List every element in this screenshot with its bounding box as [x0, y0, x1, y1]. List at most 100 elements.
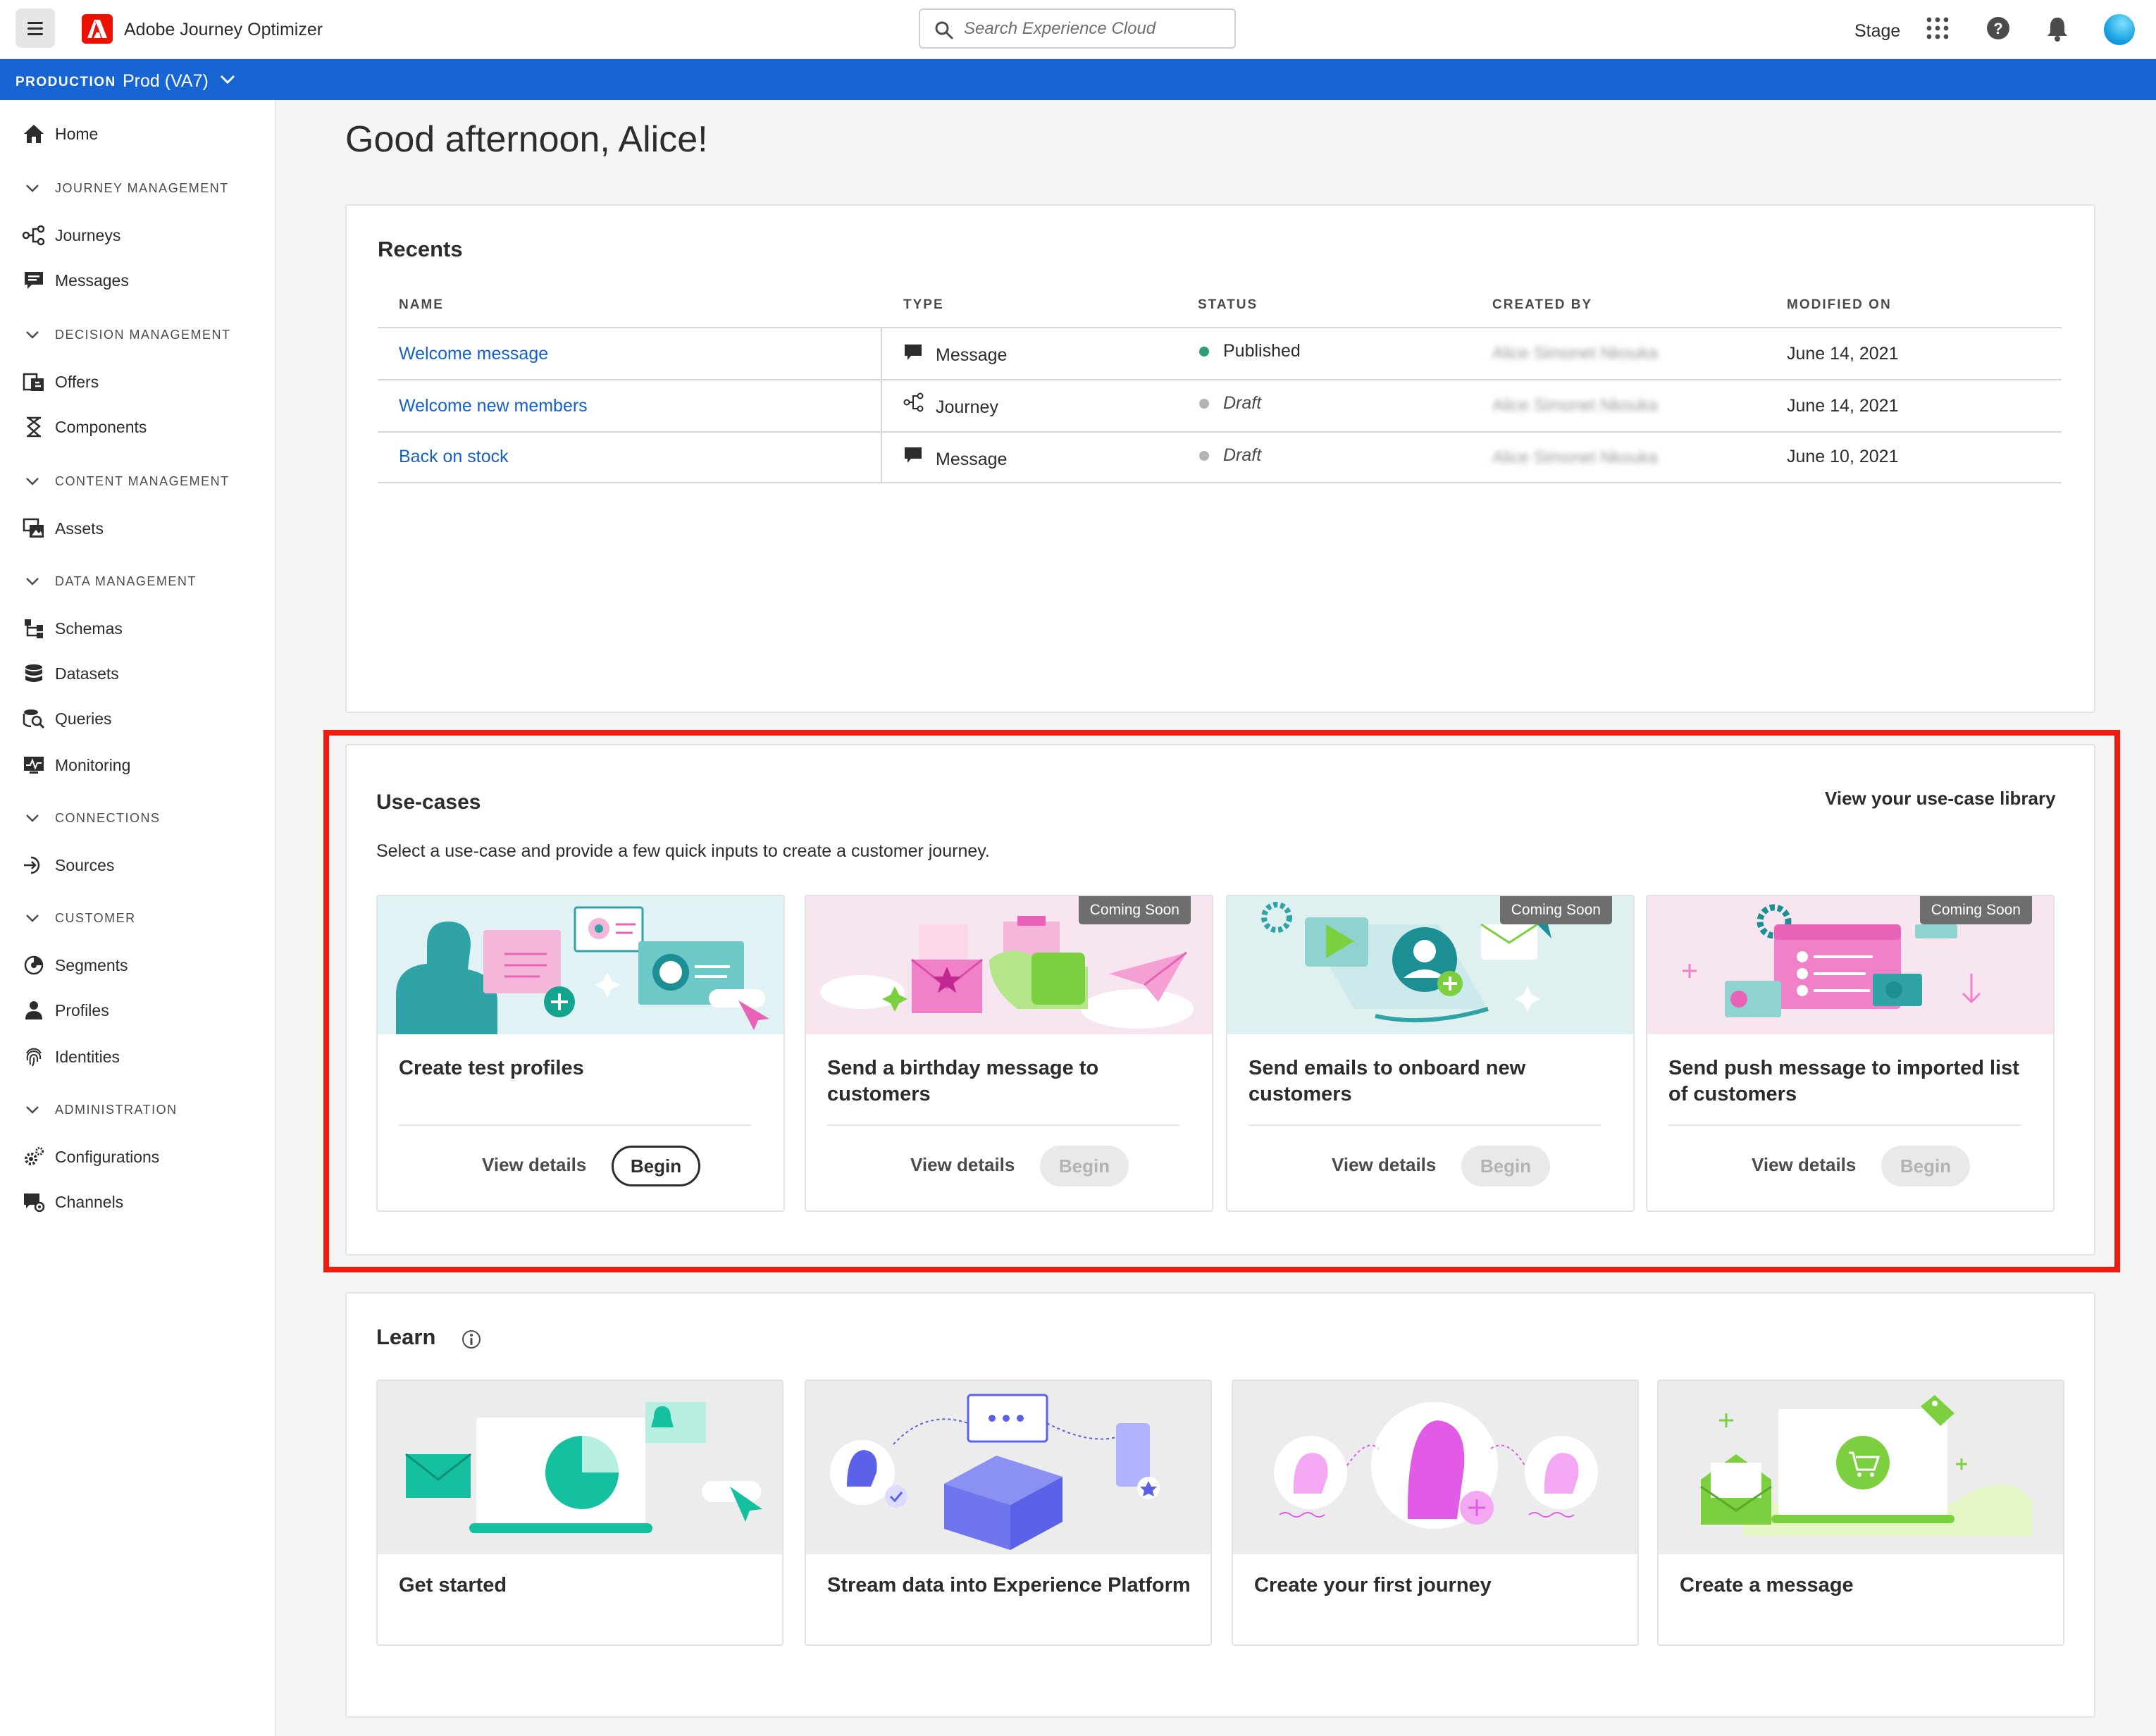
sidebar-item-segments[interactable]: Segments: [21, 951, 128, 979]
view-details-link[interactable]: View details: [910, 1154, 1015, 1176]
chevron-down-icon: [25, 184, 42, 192]
usecase-illustration: [378, 896, 783, 1034]
adobe-logo-icon[interactable]: [82, 14, 113, 44]
column-header-name[interactable]: NAME: [399, 297, 444, 313]
chevron-down-icon[interactable]: [220, 75, 235, 85]
section-label: JOURNEY MANAGEMENT: [55, 180, 229, 195]
view-details-link[interactable]: View details: [1752, 1154, 1856, 1176]
column-divider: [881, 433, 882, 482]
column-header-created-by[interactable]: CREATED BY: [1492, 297, 1592, 313]
stage-label[interactable]: Stage: [1854, 21, 1900, 42]
hamburger-line: [27, 27, 43, 30]
sidebar-item-label: Schemas: [55, 619, 123, 638]
usecase-tile[interactable]: Coming Soon Send emails to onboard new c…: [1226, 895, 1635, 1212]
sidebar-item-monitoring[interactable]: Monitoring: [21, 751, 130, 779]
section-decision-management[interactable]: DECISION MANAGEMENT: [25, 324, 231, 345]
sidebar-item-components[interactable]: Components: [21, 413, 147, 441]
column-divider: [881, 380, 882, 433]
begin-button: Begin: [1881, 1146, 1970, 1186]
coming-soon-badge: Coming Soon: [1499, 896, 1612, 924]
message-icon: [905, 345, 922, 360]
section-content-management[interactable]: CONTENT MANAGEMENT: [25, 471, 230, 492]
greeting: Good afternoon, Alice!: [345, 119, 708, 160]
notifications-bell-icon[interactable]: [2045, 16, 2070, 42]
app-title[interactable]: Adobe Journey Optimizer: [124, 20, 323, 40]
sidebar-item-label: Identities: [55, 1047, 120, 1066]
section-connections[interactable]: CONNECTIONS: [25, 807, 161, 829]
learn-tile[interactable]: Get started: [376, 1380, 783, 1646]
sidebar-item-channels[interactable]: Channels: [21, 1188, 123, 1216]
usecase-library-link[interactable]: View your use-case library: [1825, 788, 2056, 810]
top-bar: Adobe Journey Optimizer Stage ?: [0, 0, 2156, 59]
section-journey-management[interactable]: JOURNEY MANAGEMENT: [25, 178, 229, 199]
help-icon[interactable]: ?: [1985, 16, 2011, 41]
status-dot: [1199, 399, 1209, 409]
status-label: Published: [1223, 341, 1301, 361]
learn-tile[interactable]: Create a message: [1657, 1380, 2064, 1646]
datasets-icon: [21, 661, 47, 686]
column-header-type[interactable]: TYPE: [903, 297, 944, 313]
fingerprint-icon: [21, 1044, 47, 1070]
sidebar-item-label: Home: [55, 124, 99, 143]
recent-item-link[interactable]: Welcome new members: [399, 396, 588, 416]
sidebar-item-sources[interactable]: Sources: [21, 851, 114, 879]
section-administration[interactable]: ADMINISTRATION: [25, 1099, 178, 1120]
message-icon: [21, 268, 47, 293]
learn-tile[interactable]: Create your first journey: [1232, 1380, 1639, 1646]
sidebar-item-datasets[interactable]: Datasets: [21, 659, 119, 688]
sidebar-item-identities[interactable]: Identities: [21, 1043, 120, 1071]
status-dot: [1199, 347, 1209, 356]
org-switcher[interactable]: Prod (VA7): [123, 71, 209, 92]
sidebar-item-label: Segments: [55, 955, 128, 974]
status-label: Draft: [1223, 445, 1262, 465]
user-avatar[interactable]: [2104, 14, 2135, 45]
sidebar-item-home[interactable]: Home: [21, 120, 98, 148]
hamburger-line: [27, 22, 43, 24]
learn-title: Learn: [376, 1325, 436, 1349]
sidebar-item-offers[interactable]: Offers: [21, 368, 99, 396]
table-divider: [378, 379, 2062, 380]
column-header-modified-on[interactable]: MODIFIED ON: [1787, 297, 1892, 313]
info-icon[interactable]: [461, 1329, 482, 1350]
sidebar-item-schemas[interactable]: Schemas: [21, 614, 123, 643]
section-label: DECISION MANAGEMENT: [55, 327, 231, 342]
learn-illustration: [1659, 1381, 2063, 1554]
coming-soon-badge: Coming Soon: [1078, 896, 1191, 924]
usecase-tile[interactable]: Create test profiles View details Begin: [376, 895, 785, 1212]
section-data-management[interactable]: DATA MANAGEMENT: [25, 571, 197, 592]
recent-item-link[interactable]: Back on stock: [399, 447, 509, 467]
begin-button[interactable]: Begin: [612, 1146, 700, 1186]
channels-icon: [21, 1189, 47, 1215]
type-label: Journey: [936, 397, 998, 417]
status-label: Draft: [1223, 393, 1262, 413]
usecase-title: Send push message to imported list of cu…: [1668, 1057, 2019, 1105]
usecase-tile[interactable]: Coming Soon Send a birthday message to c…: [805, 895, 1213, 1212]
sidebar-item-configurations[interactable]: Configurations: [21, 1143, 159, 1171]
section-label: CONNECTIONS: [55, 810, 161, 825]
created-by: Alice Simonet Nkouka: [1492, 344, 1658, 363]
view-details-link[interactable]: View details: [482, 1154, 586, 1176]
section-customer[interactable]: CUSTOMER: [25, 907, 136, 929]
sidebar-item-profiles[interactable]: Profiles: [21, 996, 109, 1024]
sidebar-item-label: Profiles: [55, 1000, 109, 1019]
sidebar-item-queries[interactable]: Queries: [21, 705, 112, 733]
profile-icon: [21, 998, 47, 1023]
queries-icon: [21, 706, 47, 731]
search-input[interactable]: [964, 17, 1225, 41]
chevron-down-icon: [25, 330, 42, 339]
apps-grid-icon[interactable]: [1925, 16, 1950, 41]
learn-illustration: [806, 1381, 1210, 1554]
column-header-status[interactable]: STATUS: [1198, 297, 1258, 313]
sidebar-item-messages[interactable]: Messages: [21, 266, 129, 294]
usecase-tile[interactable]: Coming Soon Send push message to importe…: [1646, 895, 2055, 1212]
sidebar-item-journeys[interactable]: Journeys: [21, 221, 120, 249]
chevron-down-icon: [25, 914, 42, 922]
search-box[interactable]: [919, 8, 1236, 49]
type-label: Message: [936, 345, 1008, 365]
view-details-link[interactable]: View details: [1332, 1154, 1436, 1176]
sidebar-item-assets[interactable]: Assets: [21, 514, 104, 542]
menu-button[interactable]: [16, 8, 55, 48]
column-divider: [881, 328, 882, 380]
recent-item-link[interactable]: Welcome message: [399, 344, 548, 364]
learn-tile[interactable]: Stream data into Experience Platform: [805, 1380, 1212, 1646]
